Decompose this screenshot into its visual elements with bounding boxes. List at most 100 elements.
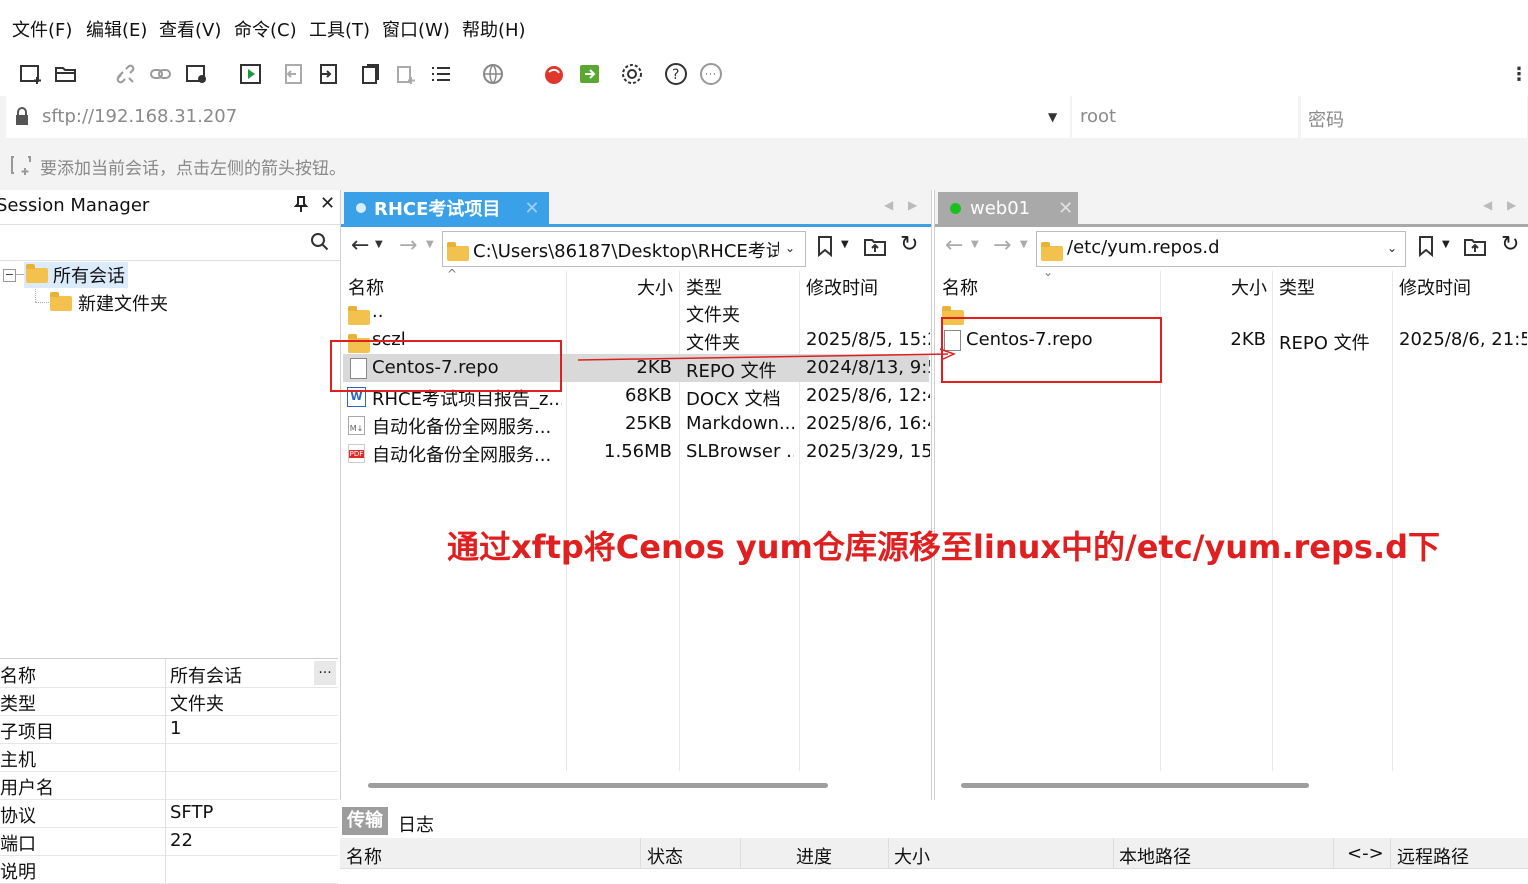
tree-item-new-folder[interactable]: 新建文件夹 bbox=[50, 290, 168, 316]
column-progress[interactable]: 进度 bbox=[796, 843, 832, 869]
column-local-path[interactable]: 本地路径 bbox=[1119, 843, 1191, 869]
tab-web01[interactable]: web01 ✕ bbox=[938, 192, 1078, 224]
copy-icon[interactable] bbox=[357, 60, 385, 88]
tab-scroll-left-icon[interactable]: ◀ bbox=[1483, 198, 1492, 212]
menu-view[interactable]: 查看(V) bbox=[159, 16, 221, 42]
back-caret-icon[interactable]: ▼ bbox=[971, 239, 979, 250]
bookmark-caret-icon[interactable]: ▼ bbox=[1442, 239, 1450, 250]
add-session-icon[interactable] bbox=[10, 154, 34, 181]
parent-folder-icon[interactable] bbox=[1463, 235, 1487, 262]
url-field[interactable]: sftp://192.168.31.207 ▼ bbox=[6, 96, 1070, 138]
session-search[interactable] bbox=[0, 224, 340, 261]
disconnect-icon[interactable] bbox=[112, 60, 140, 88]
username-placeholder: root bbox=[1080, 106, 1117, 127]
tab-transfer[interactable]: 传输 bbox=[342, 807, 388, 835]
column-size[interactable]: 大小 bbox=[1231, 274, 1267, 300]
menu-edit[interactable]: 编辑(E) bbox=[86, 16, 147, 42]
xshell-icon[interactable] bbox=[540, 60, 568, 88]
column-remote-path[interactable]: 远程路径 bbox=[1397, 843, 1469, 869]
new-window-icon[interactable] bbox=[183, 60, 211, 88]
refresh-icon[interactable]: ↻ bbox=[900, 232, 918, 257]
duplicate-icon[interactable] bbox=[392, 60, 420, 88]
column-direction[interactable]: <-> bbox=[1347, 843, 1384, 864]
back-icon[interactable]: ← bbox=[945, 233, 963, 258]
pin-icon[interactable] bbox=[293, 195, 309, 217]
play-icon[interactable] bbox=[237, 60, 265, 88]
tab-close-icon[interactable]: ✕ bbox=[1058, 198, 1073, 219]
column-size[interactable]: 大小 bbox=[637, 274, 673, 300]
local-path-field[interactable]: C:\Users\86187\Desktop\RHCE考试 ⌄ bbox=[442, 231, 806, 267]
column-size[interactable]: 大小 bbox=[894, 843, 930, 869]
open-folder-icon[interactable] bbox=[52, 60, 80, 88]
column-modified[interactable]: 修改时间 bbox=[806, 274, 878, 300]
tree-item-all-sessions[interactable]: 所有会话 bbox=[24, 262, 128, 288]
annotation-text: 通过xftp将Cenos yum仓库源移至linux中的/etc/yum.rep… bbox=[447, 528, 1441, 566]
path-dropdown-icon[interactable]: ⌄ bbox=[1387, 241, 1397, 255]
file-row[interactable]: M↓ 自动化备份全网服务... 25KB Markdown... 2025/8/… bbox=[341, 410, 931, 438]
more-icon[interactable]: ⋮ bbox=[1505, 60, 1528, 88]
gear-icon[interactable] bbox=[618, 60, 646, 88]
column-modified[interactable]: 修改时间 bbox=[1399, 274, 1471, 300]
transfer-right-icon[interactable] bbox=[315, 60, 343, 88]
tab-log[interactable]: 日志 bbox=[398, 811, 434, 837]
back-caret-icon[interactable]: ▼ bbox=[375, 239, 383, 250]
prop-value[interactable]: SFTP bbox=[170, 802, 213, 823]
column-status[interactable]: 状态 bbox=[647, 843, 683, 869]
column-type[interactable]: 类型 bbox=[1279, 274, 1315, 300]
status-dot-icon bbox=[356, 203, 366, 213]
file-row[interactable]: PDF 自动化备份全网服务... 1.56MB SLBrowser ... 20… bbox=[341, 438, 931, 466]
password-field[interactable]: 密码 bbox=[1301, 96, 1527, 138]
forward-caret-icon[interactable]: ▼ bbox=[426, 239, 434, 250]
forward-icon[interactable]: → bbox=[399, 233, 417, 258]
new-session-icon[interactable] bbox=[17, 60, 45, 88]
prop-value[interactable]: 所有会话 bbox=[170, 662, 242, 688]
forward-icon[interactable]: → bbox=[993, 233, 1011, 258]
local-h-scrollbar[interactable] bbox=[368, 783, 828, 788]
parent-folder-icon[interactable] bbox=[863, 235, 887, 262]
file-type: 文件夹 bbox=[686, 305, 740, 326]
prop-key: 名称 bbox=[0, 666, 36, 687]
bookmark-icon[interactable] bbox=[817, 235, 833, 262]
chat-icon[interactable] bbox=[697, 60, 725, 88]
refresh-icon[interactable]: ↻ bbox=[1501, 232, 1519, 257]
prop-value[interactable]: 22 bbox=[170, 830, 193, 851]
close-icon[interactable]: ✕ bbox=[320, 193, 335, 214]
tab-scroll-right-icon[interactable]: ▶ bbox=[908, 198, 917, 212]
tab-scroll-left-icon[interactable]: ◀ bbox=[884, 198, 893, 212]
help-icon[interactable]: ? bbox=[662, 60, 690, 88]
globe-icon[interactable] bbox=[480, 60, 508, 88]
menu-tools[interactable]: 工具(T) bbox=[309, 16, 370, 42]
prop-value[interactable]: 文件夹 bbox=[170, 690, 224, 716]
column-name[interactable]: 名称 bbox=[942, 274, 978, 300]
username-field[interactable]: root bbox=[1072, 96, 1298, 138]
transfer-left-icon[interactable] bbox=[280, 60, 308, 88]
column-name[interactable]: 名称 bbox=[348, 274, 384, 300]
bookmark-caret-icon[interactable]: ▼ bbox=[841, 239, 849, 250]
link-icon[interactable] bbox=[147, 60, 175, 88]
tab-rhce[interactable]: RHCE考试项目 ✕ bbox=[344, 192, 549, 224]
prop-value[interactable]: 1 bbox=[170, 718, 181, 739]
tab-scroll-right-icon[interactable]: ▶ bbox=[1507, 198, 1516, 212]
xftp-icon[interactable] bbox=[576, 60, 604, 88]
remote-path-field[interactable]: /etc/yum.repos.d ⌄ bbox=[1036, 231, 1406, 267]
column-name[interactable]: 名称 bbox=[346, 843, 382, 869]
back-icon[interactable]: ← bbox=[351, 233, 369, 258]
menu-window[interactable]: 窗口(W) bbox=[382, 16, 450, 42]
list-view-icon[interactable] bbox=[427, 60, 455, 88]
file-row[interactable]: .. 文件夹 bbox=[341, 298, 931, 326]
collapse-icon[interactable]: − bbox=[3, 269, 16, 282]
url-dropdown-icon[interactable]: ▼ bbox=[1048, 110, 1057, 124]
menu-help[interactable]: 帮助(H) bbox=[462, 16, 526, 42]
forward-caret-icon[interactable]: ▼ bbox=[1020, 239, 1028, 250]
more-button[interactable]: ... bbox=[314, 661, 336, 685]
menu-file[interactable]: 文件(F) bbox=[12, 16, 72, 42]
remote-h-scrollbar[interactable] bbox=[961, 783, 1309, 788]
tab-close-icon[interactable]: ✕ bbox=[524, 198, 539, 219]
bookmark-icon[interactable] bbox=[1418, 235, 1434, 262]
markdown-icon: M↓ bbox=[348, 416, 365, 435]
path-dropdown-icon[interactable]: ⌄ bbox=[785, 241, 795, 255]
menu-command[interactable]: 命令(C) bbox=[234, 16, 297, 42]
session-manager-header: Session Manager ✕ bbox=[0, 190, 340, 225]
search-icon[interactable] bbox=[310, 232, 330, 257]
column-type[interactable]: 类型 bbox=[686, 274, 722, 300]
